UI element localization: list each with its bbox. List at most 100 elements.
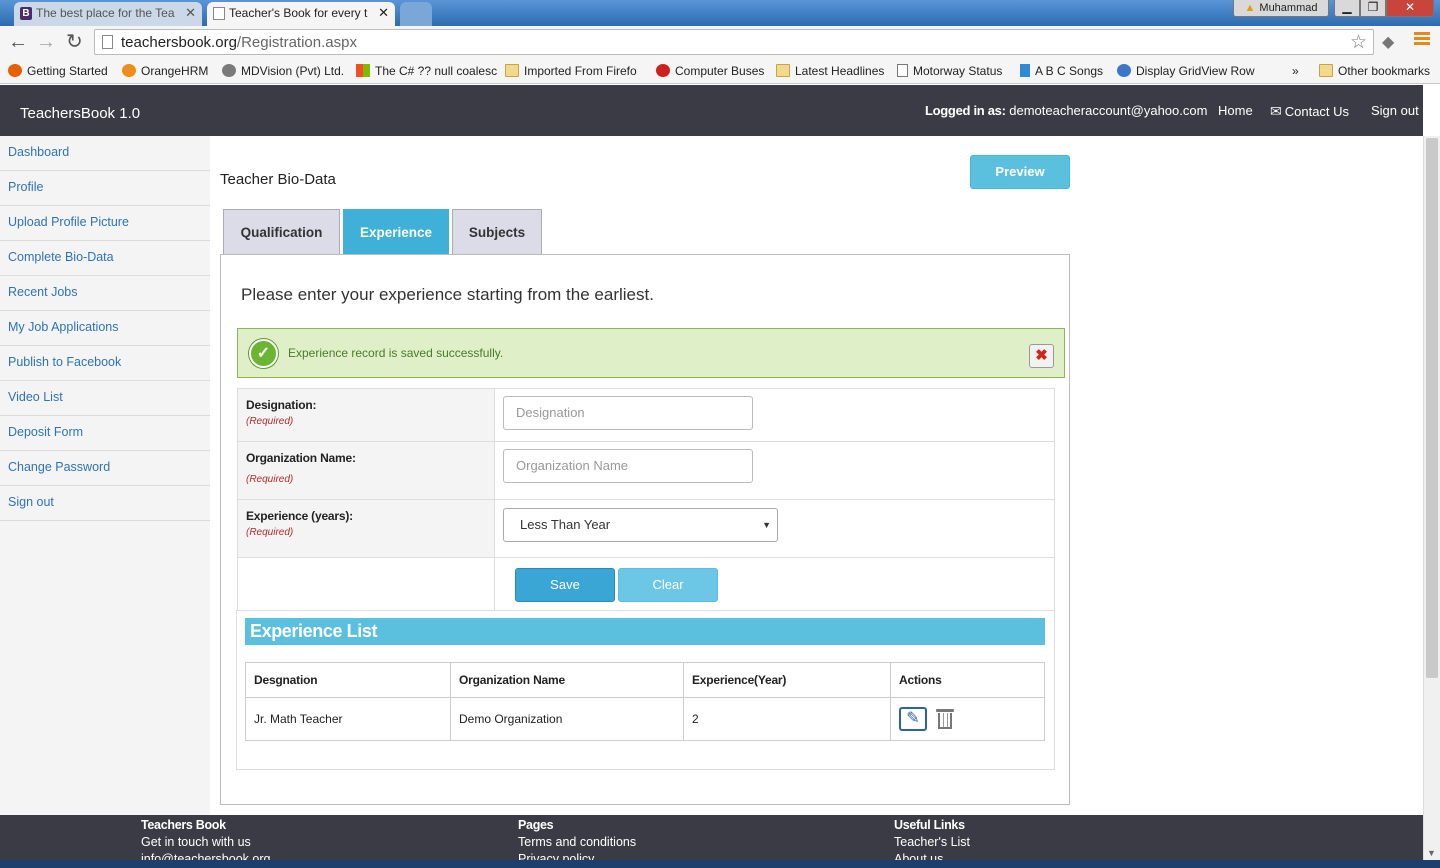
- contact-us-link[interactable]: ✉ Contact Us: [1270, 103, 1349, 120]
- tab-subjects[interactable]: Subjects: [452, 209, 542, 255]
- back-arrow-icon[interactable]: ←: [8, 31, 28, 53]
- bookmarks-overflow[interactable]: »: [1292, 62, 1299, 80]
- new-tab-button[interactable]: [400, 2, 432, 26]
- reload-icon[interactable]: ↻: [66, 31, 83, 53]
- question-icon: [656, 64, 670, 77]
- sidebar-item-job-applications[interactable]: My Job Applications: [0, 311, 210, 346]
- experience-list-title: Experience List: [245, 618, 1045, 645]
- close-tab-icon[interactable]: ✕: [185, 2, 196, 24]
- menu-icon[interactable]: [1414, 30, 1430, 48]
- browser-tab-1[interactable]: B The best place for the Tea ✕: [14, 2, 202, 26]
- site-footer: Teachers Book Get in touch with us info@…: [0, 815, 1423, 860]
- tab-qualification[interactable]: Qualification: [223, 209, 340, 255]
- bookmark-item[interactable]: A B C Songs: [1020, 62, 1103, 80]
- sidebar-item-video-list[interactable]: Video List: [0, 381, 210, 416]
- clear-button[interactable]: Clear: [618, 568, 718, 602]
- footer-link[interactable]: Teacher's List: [894, 834, 970, 851]
- sidebar-item-publish-facebook[interactable]: Publish to Facebook: [0, 346, 210, 381]
- mail-icon: ✉: [1270, 103, 1282, 119]
- warning-icon: ▲: [1244, 2, 1256, 14]
- cell-actions: ✎: [890, 697, 1045, 741]
- url-text[interactable]: teachersbook.org/Registration.aspx: [121, 34, 357, 51]
- bookmark-folder[interactable]: Latest Headlines: [776, 62, 884, 80]
- sidebar-item-upload-picture[interactable]: Upload Profile Picture: [0, 206, 210, 241]
- designation-input[interactable]: Designation: [503, 396, 753, 430]
- success-message: Experience record is saved successfully.: [288, 346, 504, 360]
- page-icon: [102, 35, 113, 49]
- bookmark-item[interactable]: Computer Buses: [656, 62, 764, 80]
- required-note: (Required): [246, 416, 294, 427]
- footer-link[interactable]: Terms and conditions: [518, 834, 636, 851]
- bookmark-star-icon[interactable]: ☆: [1350, 31, 1367, 54]
- save-button[interactable]: Save: [515, 568, 615, 602]
- bookmark-folder[interactable]: Imported From Firefo: [505, 62, 637, 80]
- forward-arrow-icon[interactable]: →: [36, 31, 56, 53]
- required-note: (Required): [246, 527, 294, 538]
- folder-icon: [776, 64, 790, 77]
- intro-text: Please enter your experience starting fr…: [241, 285, 654, 304]
- sidebar-item-recent-jobs[interactable]: Recent Jobs: [0, 276, 210, 311]
- footer-link[interactable]: info@teachersbook.org: [141, 851, 270, 860]
- home-link[interactable]: Home: [1218, 103, 1253, 118]
- bookmark-item[interactable]: Motorway Status: [897, 62, 1002, 80]
- footer-link[interactable]: Privacy policy: [518, 851, 636, 860]
- experience-years-select[interactable]: Less Than Year ▼: [503, 508, 778, 542]
- close-tab-icon[interactable]: ✕: [378, 2, 389, 24]
- p-icon: [1020, 64, 1030, 77]
- preview-button[interactable]: Preview: [970, 155, 1070, 189]
- logged-in-info: Logged in as: demoteacheraccount@yahoo.c…: [925, 103, 1208, 118]
- check-icon: ✓: [249, 339, 278, 368]
- bookmark-item[interactable]: Display GridView Row: [1117, 62, 1254, 80]
- success-alert: ✓ Experience record is saved successfull…: [237, 328, 1065, 378]
- address-bar[interactable]: teachersbook.org/Registration.aspx ☆: [94, 29, 1374, 55]
- organization-input[interactable]: Organization Name: [503, 449, 753, 483]
- browser-tab-2[interactable]: Teacher's Book for every t ✕: [207, 2, 395, 26]
- column-header: Desgnation: [245, 662, 451, 698]
- page-icon: [897, 64, 908, 77]
- folder-icon: [1319, 64, 1333, 77]
- sidebar-item-deposit-form[interactable]: Deposit Form: [0, 416, 210, 451]
- browser-toolbar: ← → ↻ teachersbook.org/Registration.aspx…: [0, 26, 1440, 59]
- browser-tab-title: The best place for the Tea: [36, 6, 175, 20]
- tab-experience[interactable]: Experience: [343, 209, 449, 255]
- scroll-down-arrow-icon[interactable]: ▼: [1427, 848, 1436, 858]
- close-alert-button[interactable]: ✖: [1029, 344, 1054, 368]
- orange-icon: [122, 64, 136, 77]
- sidebar: Dashboard Profile Upload Profile Picture…: [0, 136, 210, 816]
- other-bookmarks-folder[interactable]: Other bookmarks: [1319, 62, 1430, 80]
- window-close-button[interactable]: ✕: [1386, 0, 1434, 17]
- sidebar-item-dashboard[interactable]: Dashboard: [0, 136, 210, 171]
- minimize-button[interactable]: ▁: [1334, 0, 1360, 17]
- column-header: Experience(Year): [683, 662, 891, 698]
- footer-link[interactable]: Get in touch with us: [141, 834, 270, 851]
- scrollbar-thumb[interactable]: [1426, 138, 1438, 678]
- designation-label: Designation:: [246, 398, 317, 412]
- bookmark-item[interactable]: Getting Started: [8, 62, 108, 80]
- column-header: Organization Name: [450, 662, 684, 698]
- sidebar-item-change-password[interactable]: Change Password: [0, 451, 210, 486]
- bookmark-item[interactable]: OrangeHRM: [122, 62, 208, 80]
- bookmark-item[interactable]: The C# ?? null coalesc: [356, 62, 497, 80]
- edit-icon[interactable]: ✎: [899, 707, 927, 731]
- sidebar-item-sign-out[interactable]: Sign out: [0, 486, 210, 521]
- organization-label: Organization Name:: [246, 451, 356, 465]
- footer-link[interactable]: About us: [894, 851, 970, 860]
- dropbox-icon[interactable]: ◆: [1382, 32, 1394, 52]
- brand-title[interactable]: TeachersBook 1.0: [20, 105, 140, 122]
- trash-icon[interactable]: [936, 708, 955, 730]
- firefox-icon: [8, 64, 22, 77]
- sign-out-link[interactable]: Sign out: [1371, 103, 1419, 118]
- cell-designation: Jr. Math Teacher: [245, 697, 451, 741]
- sidebar-item-bio-data[interactable]: Complete Bio-Data: [0, 241, 210, 276]
- bookmark-item[interactable]: MDVision (Pvt) Ltd.: [222, 62, 344, 80]
- experience-panel: Please enter your experience starting fr…: [220, 254, 1070, 805]
- tab-favicon-icon: B: [20, 7, 32, 20]
- window-user-badge[interactable]: ▲ Muhammad: [1233, 0, 1329, 17]
- footer-column-useful-links: Useful Links Teacher's List About us: [894, 817, 970, 860]
- required-note: (Required): [246, 474, 294, 485]
- maximize-button[interactable]: ❐: [1360, 0, 1386, 17]
- experience-form: Designation: (Required) Designation Orga…: [237, 388, 1055, 611]
- page-title: Teacher Bio-Data: [220, 171, 336, 188]
- sidebar-item-profile[interactable]: Profile: [0, 171, 210, 206]
- page-scrollbar[interactable]: ▼: [1423, 136, 1440, 860]
